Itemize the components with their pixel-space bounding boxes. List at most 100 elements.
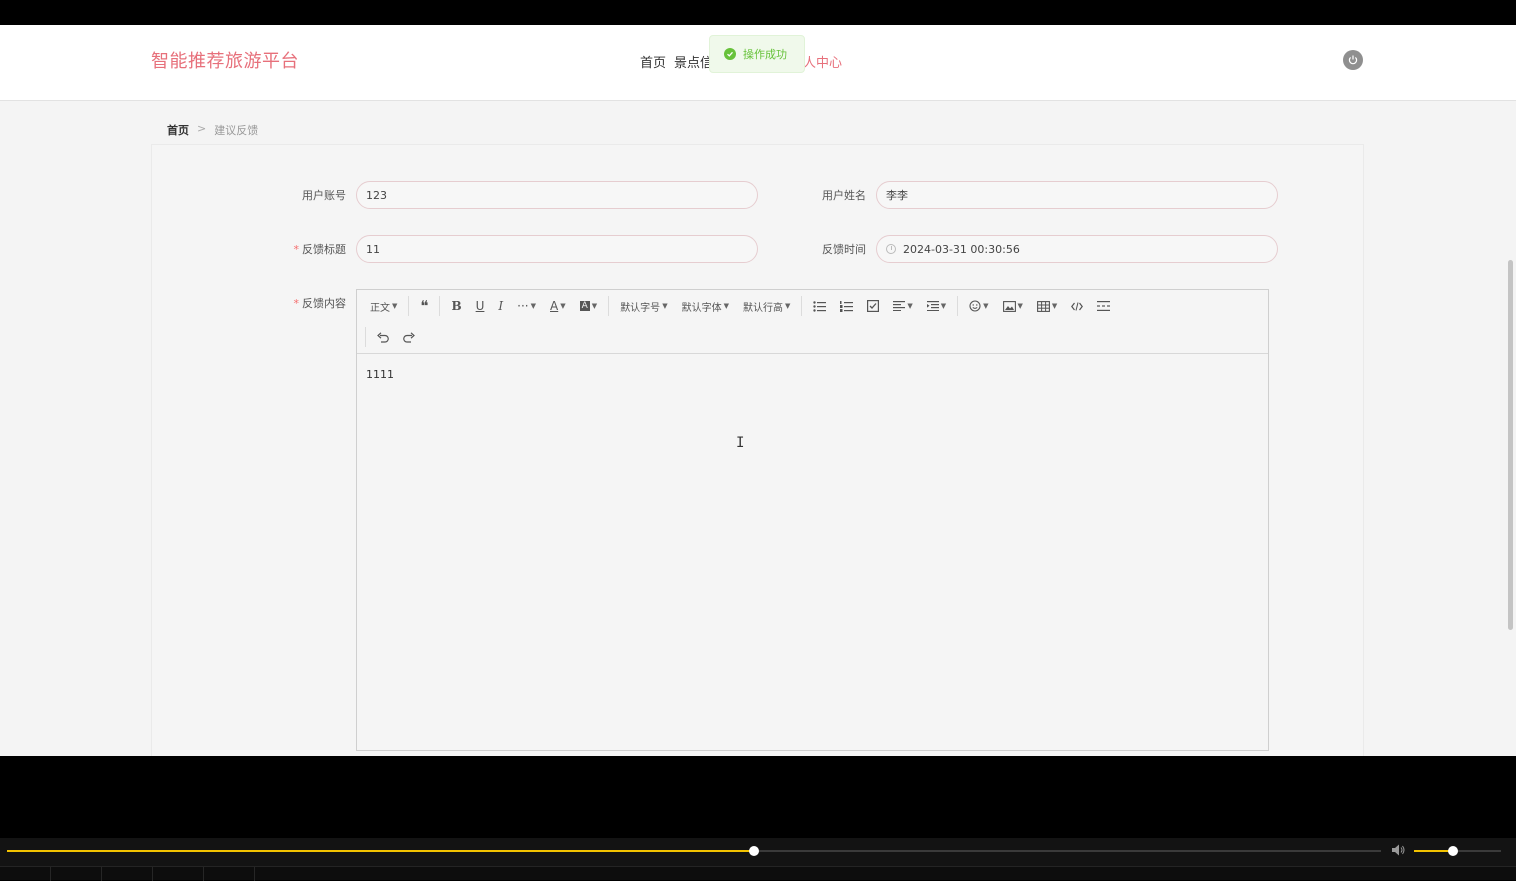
font-size-dropdown[interactable]: 默认字号 ▼ — [613, 294, 674, 318]
content-label: * 反馈内容 — [226, 295, 347, 311]
page-scrollbar[interactable] — [1508, 260, 1513, 630]
underline-button[interactable]: U — [469, 294, 492, 318]
todo-button[interactable] — [860, 294, 886, 318]
paragraph-label: 正文 — [370, 302, 390, 314]
checkbox-icon — [867, 300, 880, 312]
rich-text-editor: 正文 ▼ ❝ B U I ··· ▼ A ▼ A ▼ 默认字号 ▼ 默认字体 ▼ 默认行高 ▼ — [356, 289, 1269, 751]
name-label: 用户姓名 — [746, 187, 866, 203]
account-field[interactable]: 123 — [356, 181, 758, 209]
name-value: 李李 — [886, 189, 908, 202]
strip-segment — [102, 867, 153, 881]
nav-personal-center[interactable]: 人中心 — [803, 52, 842, 71]
time-label: 反馈时间 — [746, 241, 866, 257]
font-size-label: 默认字号 — [620, 302, 661, 314]
title-field[interactable]: 11 — [356, 235, 758, 263]
time-value: 2024-03-31 00:30:56 — [903, 242, 1020, 256]
indent-icon — [926, 301, 939, 311]
breadcrumb-current: 建议反馈 — [214, 124, 259, 137]
content-label-text: 反馈内容 — [302, 297, 346, 310]
seek-handle[interactable] — [749, 846, 759, 856]
font-color-dropdown[interactable]: A ▼ — [543, 294, 573, 318]
bullet-list-icon — [813, 300, 827, 312]
paragraph-style-dropdown[interactable]: 正文 ▼ — [363, 294, 404, 318]
quote-button[interactable]: ❝ — [413, 294, 435, 318]
line-height-label: 默认行高 — [742, 302, 783, 314]
top-letterbox — [0, 0, 1516, 25]
time-label-text: 反馈时间 — [822, 243, 866, 256]
strip-segment — [204, 867, 255, 881]
code-button[interactable] — [1064, 294, 1090, 318]
account-label-text: 用户账号 — [302, 189, 346, 202]
bold-icon: B — [451, 299, 462, 313]
font-color-icon: A — [550, 299, 559, 313]
strip-segment — [0, 867, 51, 881]
numbered-list-icon — [840, 300, 854, 312]
nav-attractions[interactable]: 景点信 — [674, 52, 713, 71]
success-toast: 操作成功 — [709, 35, 805, 73]
justify-dropdown[interactable]: ▼ — [886, 294, 919, 318]
strip-segment — [153, 867, 204, 881]
emoji-icon — [969, 300, 981, 312]
toast-message: 操作成功 — [743, 48, 787, 61]
quote-icon: ❝ — [420, 297, 429, 315]
editor-toolbar: 正文 ▼ ❝ B U I ··· ▼ A ▼ A ▼ 默认字号 ▼ 默认字体 ▼ 默认行高 ▼ — [357, 290, 1268, 354]
table-icon — [1036, 300, 1050, 312]
image-icon — [1002, 300, 1016, 312]
numbered-list-button[interactable] — [833, 294, 860, 318]
line-height-dropdown[interactable]: 默认行高 ▼ — [736, 294, 797, 318]
indent-dropdown[interactable]: ▼ — [920, 294, 953, 318]
strip-segment — [51, 867, 102, 881]
image-dropdown[interactable]: ▼ — [996, 294, 1030, 318]
toolbar-row-1: 正文 ▼ ❝ B U I ··· ▼ A ▼ A ▼ 默认字号 ▼ 默认字体 ▼ 默认行高 ▼ — [363, 291, 1117, 321]
seek-progress-remaining[interactable] — [754, 850, 1381, 852]
name-label-text: 用户姓名 — [822, 189, 866, 202]
more-icon: ··· — [517, 299, 529, 313]
title-label-text: 反馈标题 — [302, 243, 346, 256]
time-field[interactable]: 2024-03-31 00:30:56 — [876, 235, 1278, 263]
breadcrumb-home[interactable]: 首页 — [167, 122, 189, 138]
font-family-label: 默认字体 — [681, 302, 722, 314]
table-dropdown[interactable]: ▼ — [1030, 294, 1064, 318]
clock-icon — [886, 244, 896, 254]
italic-icon: I — [498, 299, 504, 313]
bold-button[interactable]: B — [444, 294, 468, 318]
title-value: 11 — [366, 242, 380, 256]
horizontal-rule-icon — [1097, 301, 1111, 311]
power-icon[interactable] — [1343, 50, 1363, 70]
align-left-icon — [893, 301, 906, 311]
more-style-dropdown[interactable]: ··· ▼ — [510, 294, 543, 318]
bottom-strip — [0, 866, 1516, 881]
page: 智能推荐旅游平台 首页 景点信 人中心 操作成功 首页 > 建议反馈 用户账号 … — [0, 25, 1516, 756]
required-mark: * — [293, 243, 300, 256]
account-label: 用户账号 — [226, 187, 346, 203]
header: 智能推荐旅游平台 首页 景点信 人中心 操作成功 — [0, 25, 1516, 101]
breadcrumb: 首页 > 建议反馈 — [167, 122, 258, 138]
check-circle-icon — [724, 48, 736, 60]
italic-button[interactable]: I — [491, 294, 510, 318]
volume-icon[interactable] — [1392, 844, 1406, 859]
title-label: * 反馈标题 — [226, 241, 347, 257]
emoji-dropdown[interactable]: ▼ — [962, 294, 995, 318]
breadcrumb-separator: > — [197, 122, 207, 135]
text-cursor-icon: I — [736, 435, 745, 451]
required-mark: * — [293, 297, 300, 310]
code-icon — [1071, 301, 1084, 311]
background-color-icon: A — [579, 301, 590, 311]
site-logo[interactable]: 智能推荐旅游平台 — [151, 47, 299, 73]
seek-progress-played[interactable] — [7, 850, 754, 852]
undo-button[interactable] — [370, 325, 396, 349]
name-field[interactable]: 李李 — [876, 181, 1278, 209]
volume-handle[interactable] — [1448, 846, 1458, 856]
background-color-dropdown[interactable]: A ▼ — [573, 294, 605, 318]
undo-icon — [377, 331, 389, 343]
underline-icon: U — [475, 299, 485, 313]
nav-home[interactable]: 首页 — [640, 52, 666, 71]
redo-button[interactable] — [396, 325, 422, 349]
divider-button[interactable] — [1090, 294, 1117, 318]
bullet-list-button[interactable] — [806, 294, 833, 318]
main-nav: 首页 景点信 — [640, 52, 713, 71]
volume-remaining[interactable] — [1453, 850, 1501, 852]
editor-content[interactable]: 1111 — [366, 368, 394, 381]
font-family-dropdown[interactable]: 默认字体 ▼ — [675, 294, 736, 318]
toolbar-row-2 — [363, 322, 422, 352]
